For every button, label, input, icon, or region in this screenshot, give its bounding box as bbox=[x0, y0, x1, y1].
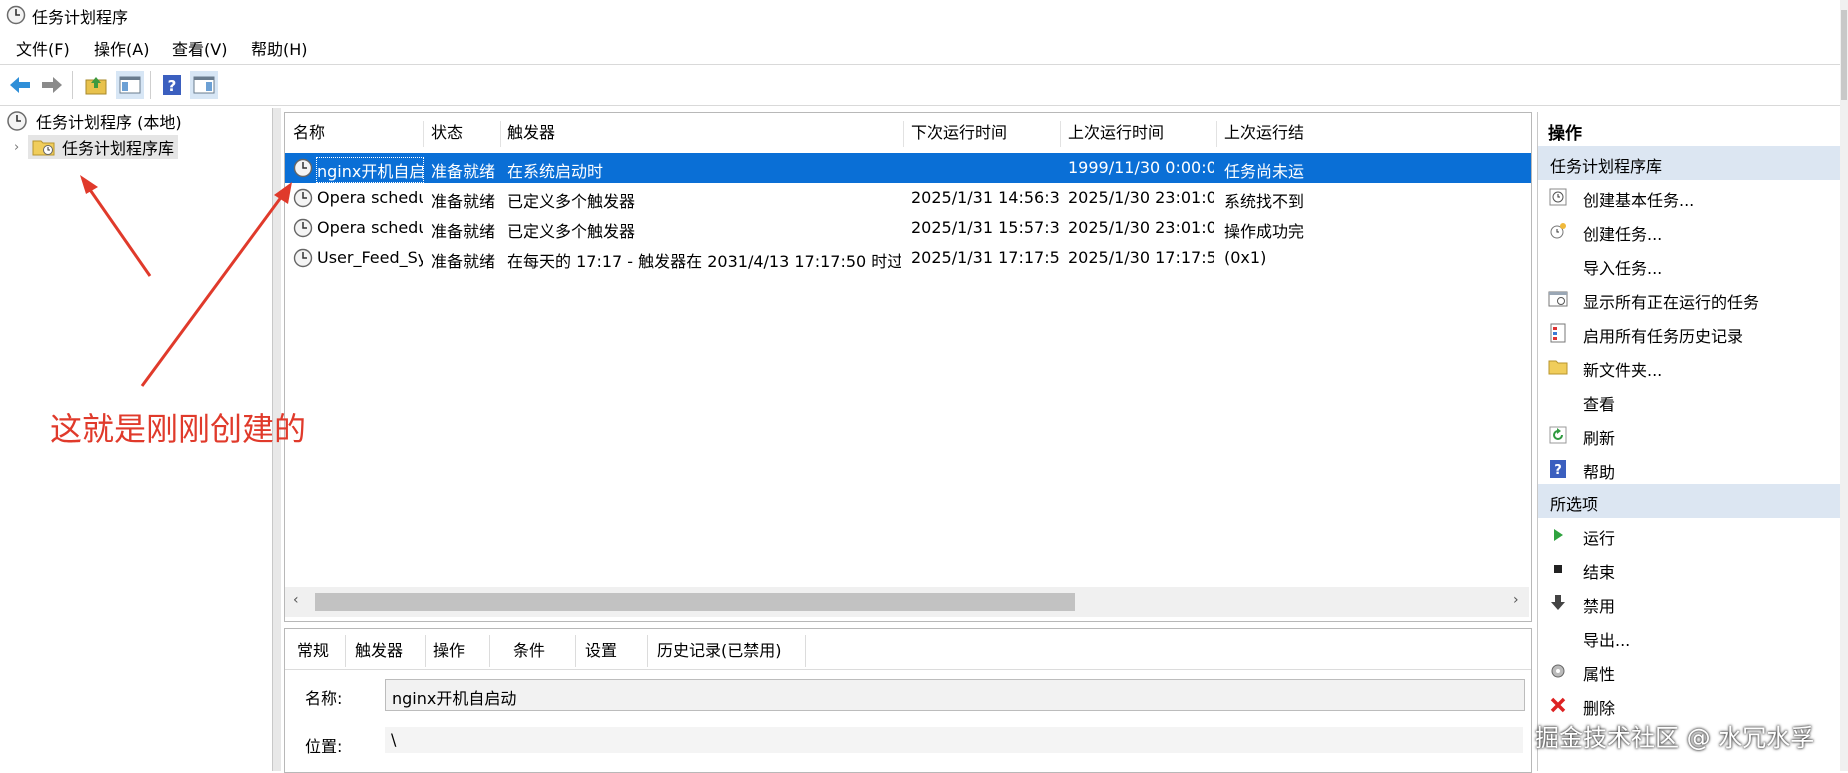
annotation-arrows bbox=[80, 175, 292, 387]
annotation-text: 这就是刚刚创建的 bbox=[50, 410, 307, 448]
annotation-arrow-left bbox=[84, 183, 152, 277]
annotation-arrow-right bbox=[140, 195, 284, 387]
annotation-arrowhead-left bbox=[80, 175, 98, 194]
watermark: 掘金技术社区 @ 水冗水孚 bbox=[1535, 724, 1815, 752]
